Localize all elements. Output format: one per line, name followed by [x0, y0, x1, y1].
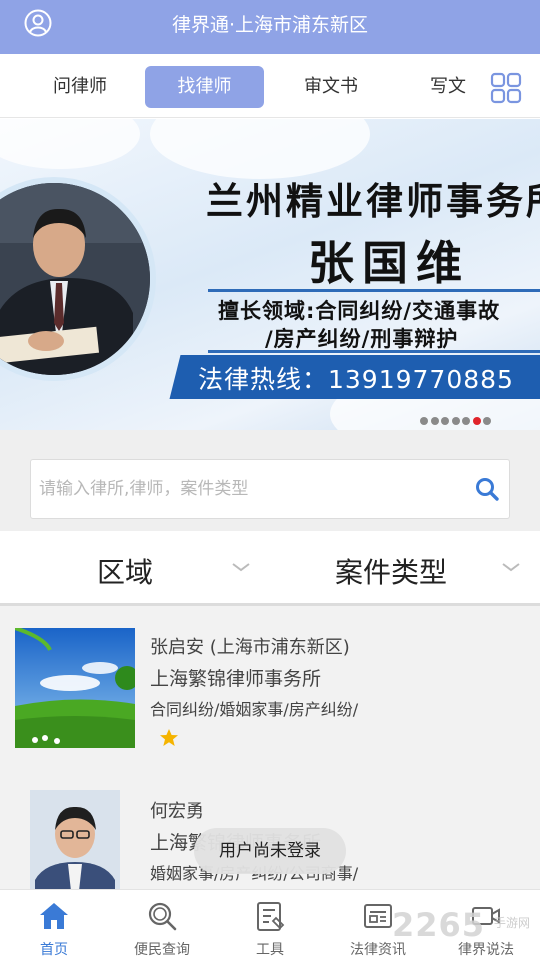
nav-public-query[interactable]: 便民查询 — [108, 890, 216, 960]
search-icon[interactable] — [474, 476, 500, 502]
search-box — [30, 459, 510, 519]
banner-specialty-line: /房产纠纷/刑事辩护 — [265, 327, 459, 351]
list-item[interactable]: 张启安 (上海市浦东新区) 上海繁锦律师事务所 合同纠纷/婚姻家事/房产纠纷/ — [0, 606, 540, 766]
carousel-dot[interactable] — [430, 417, 439, 425]
star-icon — [160, 729, 178, 746]
app-header: 律界通·上海市浦东新区 — [0, 0, 540, 54]
top-tabs: 问律师 找律师 审文书 写文 — [0, 54, 540, 118]
carousel-dot[interactable] — [451, 417, 460, 425]
nav-tools-label: 工具 — [256, 942, 284, 958]
news-icon — [364, 904, 392, 928]
nav-home[interactable]: 首页 — [0, 890, 108, 960]
banner-cloud — [150, 119, 370, 179]
lawyer-thumbnail — [15, 628, 135, 748]
page-title: 律界通·上海市浦东新区 — [171, 14, 369, 36]
toast-message: 用户尚未登录 — [194, 828, 346, 874]
banner-firm-name: 兰州精业律师事务所 — [206, 180, 540, 223]
lawyer-thumbnail — [30, 790, 120, 891]
chevron-down-icon — [502, 563, 520, 572]
carousel-dot[interactable] — [483, 417, 491, 425]
carousel-dot[interactable] — [462, 417, 470, 425]
chevron-down-icon — [232, 563, 250, 572]
banner-cloud — [0, 119, 140, 169]
lawyer-specialties: 合同纠纷/婚姻家事/房产纠纷/ — [150, 700, 359, 719]
carousel-dot-active[interactable] — [472, 417, 481, 425]
home-icon — [40, 903, 68, 929]
watermark-text: 手游网 — [494, 916, 531, 930]
nav-public-query-label: 便民查询 — [134, 942, 190, 958]
filter-bar: 区域 案件类型 — [0, 531, 540, 606]
tab-write-document[interactable]: 写文 — [398, 66, 498, 108]
grid-icon[interactable] — [490, 72, 522, 104]
lawyer-firm: 上海繁锦律师事务所 — [150, 668, 322, 690]
banner-lawyer-name: 张国维 — [308, 236, 470, 290]
nav-tools[interactable]: 工具 — [216, 890, 324, 960]
banner-hotline: 法律热线：13919770885 — [198, 365, 514, 394]
banner-specialty-line: 擅长领域:合同纠纷/交通事故 — [218, 299, 501, 323]
carousel-dot[interactable] — [420, 417, 428, 425]
tools-icon — [257, 902, 285, 931]
carousel-indicator — [420, 410, 494, 425]
promo-banner[interactable]: 兰州精业律师事务所 张国维 擅长领域:合同纠纷/交通事故 /房产纠纷/刑事辩护 … — [0, 119, 540, 430]
lawyer-name: 何宏勇 — [150, 801, 204, 822]
filter-case-type[interactable]: 案件类型 — [270, 531, 540, 606]
search-input[interactable] — [39, 460, 459, 518]
filter-region-label: 区域 — [97, 556, 154, 589]
lawyer-name: 张启安 (上海市浦东新区) — [150, 637, 350, 658]
tab-review-document[interactable]: 审文书 — [281, 66, 381, 108]
filter-case-type-label: 案件类型 — [335, 556, 448, 589]
watermark-logo: 2265 — [392, 906, 486, 944]
tab-find-lawyer[interactable]: 找律师 — [145, 66, 264, 108]
lawyer-photo — [0, 177, 156, 381]
filter-region[interactable]: 区域 — [0, 531, 270, 606]
search-section — [0, 430, 540, 531]
nav-home-label: 首页 — [40, 942, 68, 958]
search-icon — [148, 902, 177, 931]
tab-ask-lawyer[interactable]: 问律师 — [30, 66, 130, 108]
carousel-dot[interactable] — [441, 417, 449, 425]
